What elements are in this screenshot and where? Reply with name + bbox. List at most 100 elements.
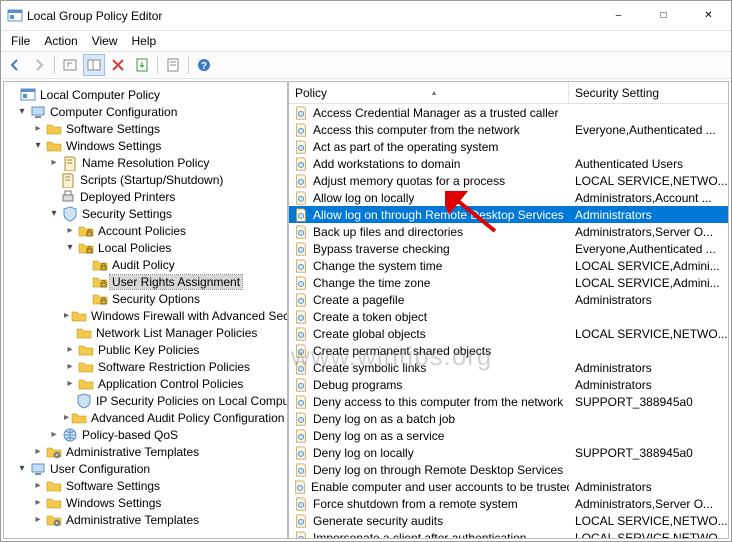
- tree-name-resolution[interactable]: ▸Name Resolution Policy: [6, 154, 285, 171]
- policy-icon: [293, 462, 309, 478]
- tree-public-key[interactable]: ▸Public Key Policies: [6, 341, 285, 358]
- menu-view[interactable]: View: [86, 33, 124, 49]
- list-header: Policy▴ Security Setting: [289, 82, 728, 104]
- policy-name: Enable computer and user accounts to be …: [311, 480, 569, 494]
- tree-advanced-audit[interactable]: ▸Advanced Audit Policy Configuration: [6, 409, 285, 426]
- tree-printers[interactable]: Deployed Printers: [6, 188, 285, 205]
- tree-qos[interactable]: ▸Policy-based QoS: [6, 426, 285, 443]
- policy-row[interactable]: Create symbolic linksAdministrators: [289, 359, 728, 376]
- properties-button[interactable]: [162, 54, 184, 76]
- policy-row[interactable]: Change the time zoneLOCAL SERVICE,Admini…: [289, 274, 728, 291]
- tree-security-settings[interactable]: ▾Security Settings: [6, 205, 285, 222]
- policy-row[interactable]: Deny log on as a service: [289, 427, 728, 444]
- policy-name: Generate security audits: [313, 514, 443, 528]
- tree-software-restriction[interactable]: ▸Software Restriction Policies: [6, 358, 285, 375]
- tree-user-windows[interactable]: ▸Windows Settings: [6, 494, 285, 511]
- tree-windows-settings[interactable]: ▾Windows Settings: [6, 137, 285, 154]
- tree-account-policies[interactable]: ▸Account Policies: [6, 222, 285, 239]
- policy-row[interactable]: Adjust memory quotas for a processLOCAL …: [289, 172, 728, 189]
- menu-file[interactable]: File: [5, 33, 36, 49]
- policy-row[interactable]: Create global objectsLOCAL SERVICE,NETWO…: [289, 325, 728, 342]
- policy-name: Deny log on as a service: [313, 429, 444, 443]
- tree-security-options[interactable]: Security Options: [6, 290, 285, 307]
- policy-row[interactable]: Back up files and directories Administrat…: [289, 223, 728, 240]
- policy-icon: [293, 275, 309, 291]
- policy-name: Create permanent shared objects: [313, 344, 491, 358]
- policy-icon: [293, 445, 309, 461]
- policy-icon: [293, 156, 309, 172]
- policy-setting: LOCAL SERVICE,NETWO...: [569, 174, 728, 188]
- close-button[interactable]: ✕: [686, 1, 731, 30]
- policy-row[interactable]: Create a pagefileAdministrators: [289, 291, 728, 308]
- policy-icon: [293, 343, 309, 359]
- policy-icon: [293, 105, 309, 121]
- menu-help[interactable]: Help: [126, 33, 163, 49]
- show-tree-button[interactable]: [83, 54, 105, 76]
- tree-user-rights-assignment[interactable]: User Rights Assignment: [6, 273, 285, 290]
- policy-name: Back up files and directories: [313, 225, 463, 239]
- tree-user-software[interactable]: ▸Software Settings: [6, 477, 285, 494]
- tree-computer-config[interactable]: ▾Computer Configuration: [6, 103, 285, 120]
- policy-row[interactable]: Allow log on through Remote Desktop Serv…: [289, 206, 728, 223]
- policy-row[interactable]: Create permanent shared objects: [289, 342, 728, 359]
- policy-row[interactable]: Deny access to this computer from the ne…: [289, 393, 728, 410]
- tree-network-list[interactable]: Network List Manager Policies: [6, 324, 285, 341]
- policy-row[interactable]: Enable computer and user accounts to be …: [289, 478, 728, 495]
- tree-root[interactable]: Local Computer Policy: [6, 86, 285, 103]
- column-setting[interactable]: Security Setting: [569, 82, 728, 103]
- policy-icon: [293, 258, 309, 274]
- tree-windows-firewall[interactable]: ▸Windows Firewall with Advanced Security: [6, 307, 285, 324]
- policy-name: Deny log on locally: [313, 446, 414, 460]
- policy-name: Add workstations to domain: [313, 157, 460, 171]
- help-button[interactable]: [193, 54, 215, 76]
- policy-row[interactable]: Deny log on locallySUPPORT_388945a0: [289, 444, 728, 461]
- tree-panel[interactable]: Local Computer Policy ▾Computer Configur…: [3, 81, 288, 539]
- policy-row[interactable]: Generate security audits LOCAL SERVICE,NE…: [289, 512, 728, 529]
- up-one-level-button[interactable]: [59, 54, 81, 76]
- policy-icon: [293, 496, 309, 512]
- policy-icon: [293, 292, 309, 308]
- list-body[interactable]: Access Credential Manager as a trusted c…: [289, 104, 728, 538]
- export-list-button[interactable]: [131, 54, 153, 76]
- policy-setting: LOCAL SERVICE,NETWO...: [569, 327, 728, 341]
- tree-admin-templates[interactable]: ▸Administrative Templates: [6, 443, 285, 460]
- policy-row[interactable]: Debug programsAdministrators: [289, 376, 728, 393]
- tree-user-admin[interactable]: ▸Administrative Templates: [6, 511, 285, 528]
- policy-row[interactable]: Deny log on as a batch job: [289, 410, 728, 427]
- policy-name: Allow log on locally: [313, 191, 414, 205]
- policy-row[interactable]: Act as part of the operating system: [289, 138, 728, 155]
- tree-software-settings[interactable]: ▸Software Settings: [6, 120, 285, 137]
- policy-row[interactable]: Impersonate a client after authenticatio…: [289, 529, 728, 538]
- policy-setting: LOCAL SERVICE,NETWO...: [569, 514, 728, 528]
- policy-row[interactable]: Allow log on locallyAdministrators,Accou…: [289, 189, 728, 206]
- policy-icon: [293, 411, 309, 427]
- policy-setting: Administrators,Server O...: [569, 225, 728, 239]
- minimize-button[interactable]: –: [596, 1, 641, 30]
- maximize-button[interactable]: □: [641, 1, 686, 30]
- policy-setting: Authenticated Users: [569, 157, 728, 171]
- policy-row[interactable]: Bypass traverse checkingEveryone,Authent…: [289, 240, 728, 257]
- tree-app-control[interactable]: ▸Application Control Policies: [6, 375, 285, 392]
- nav-back-button[interactable]: [4, 54, 26, 76]
- policy-name: Allow log on through Remote Desktop Serv…: [313, 208, 564, 222]
- menu-action[interactable]: Action: [38, 33, 83, 49]
- policy-row[interactable]: Access Credential Manager as a trusted c…: [289, 104, 728, 121]
- delete-button[interactable]: [107, 54, 129, 76]
- tree-user-config[interactable]: ▾User Configuration: [6, 460, 285, 477]
- column-policy[interactable]: Policy▴: [289, 82, 569, 103]
- policy-name: Deny log on as a batch job: [313, 412, 455, 426]
- tree-local-policies[interactable]: ▾Local Policies: [6, 239, 285, 256]
- policy-row[interactable]: Access this computer from the networkEve…: [289, 121, 728, 138]
- tree-scripts[interactable]: Scripts (Startup/Shutdown): [6, 171, 285, 188]
- policy-row[interactable]: Force shutdown from a remote systemAdmin…: [289, 495, 728, 512]
- policy-row[interactable]: Change the system timeLOCAL SERVICE,Admi…: [289, 257, 728, 274]
- policy-row[interactable]: Create a token object: [289, 308, 728, 325]
- policy-row[interactable]: Deny log on through Remote Desktop Servi…: [289, 461, 728, 478]
- policy-setting: LOCAL SERVICE,Admini...: [569, 276, 728, 290]
- tree-ipsec[interactable]: IP Security Policies on Local Computer: [6, 392, 285, 409]
- policy-row[interactable]: Add workstations to domain Authenticated …: [289, 155, 728, 172]
- tree-audit-policy[interactable]: Audit Policy: [6, 256, 285, 273]
- policy-setting: Administrators: [569, 480, 728, 494]
- policy-icon: [293, 309, 309, 325]
- policy-icon: [293, 122, 309, 138]
